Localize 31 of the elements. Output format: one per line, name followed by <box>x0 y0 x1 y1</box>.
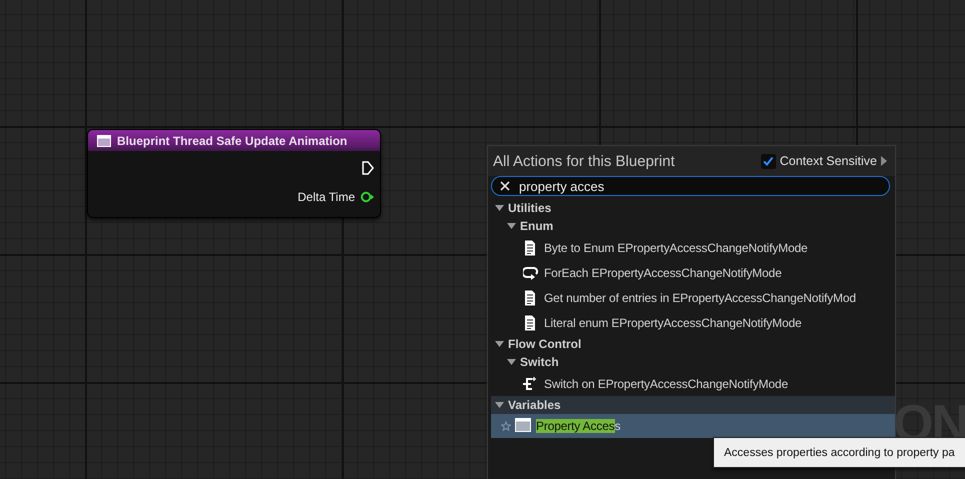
search-field[interactable]: property acces <box>491 176 890 196</box>
category-row[interactable]: Variables <box>491 396 895 414</box>
menu-title: All Actions for this Blueprint <box>493 152 676 170</box>
exec-pin-icon <box>362 161 374 175</box>
caret-icon <box>507 359 516 365</box>
context-sensitive-checkbox[interactable]: Context Sensitive <box>760 154 877 168</box>
caret-icon <box>495 341 504 347</box>
check-icon <box>761 154 776 168</box>
loop-icon <box>523 264 539 280</box>
category-row[interactable]: Enum <box>491 217 895 235</box>
clear-icon <box>500 181 510 191</box>
caret-icon <box>495 402 504 408</box>
pin-label: Delta Time <box>298 190 355 204</box>
tooltip: Accesses properties according to property pa <box>713 437 965 468</box>
switch-icon <box>523 376 539 392</box>
expand-arrow-icon <box>881 156 887 166</box>
action-row[interactable]: Switch on EPropertyAccessChangeNotifyMode <box>491 371 895 396</box>
variable-icon <box>515 418 531 434</box>
node-title: Blueprint Thread Safe Update Animation <box>117 134 348 148</box>
category-row[interactable]: Flow Control <box>491 335 895 353</box>
node-card[interactable]: Blueprint Thread Safe Update Animation Delta Time <box>87 129 381 218</box>
caret-icon <box>507 223 516 229</box>
caret-icon <box>495 205 504 211</box>
category-row[interactable]: Switch <box>491 353 895 371</box>
variable-row[interactable]: Property Access <box>491 414 895 438</box>
action-row[interactable]: Get number of entries in EPropertyAccessChangeNotifyMod <box>491 285 895 310</box>
function-icon <box>97 134 111 146</box>
action-row[interactable]: Byte to Enum EPropertyAccessChangeNotifyMode <box>491 235 895 260</box>
category-row[interactable]: Utilities <box>491 199 895 217</box>
action-row[interactable]: ForEach EPropertyAccessChangeNotifyMode <box>491 260 895 285</box>
action-row[interactable]: Literal enum EPropertyAccessChangeNotifyMode <box>491 310 895 335</box>
